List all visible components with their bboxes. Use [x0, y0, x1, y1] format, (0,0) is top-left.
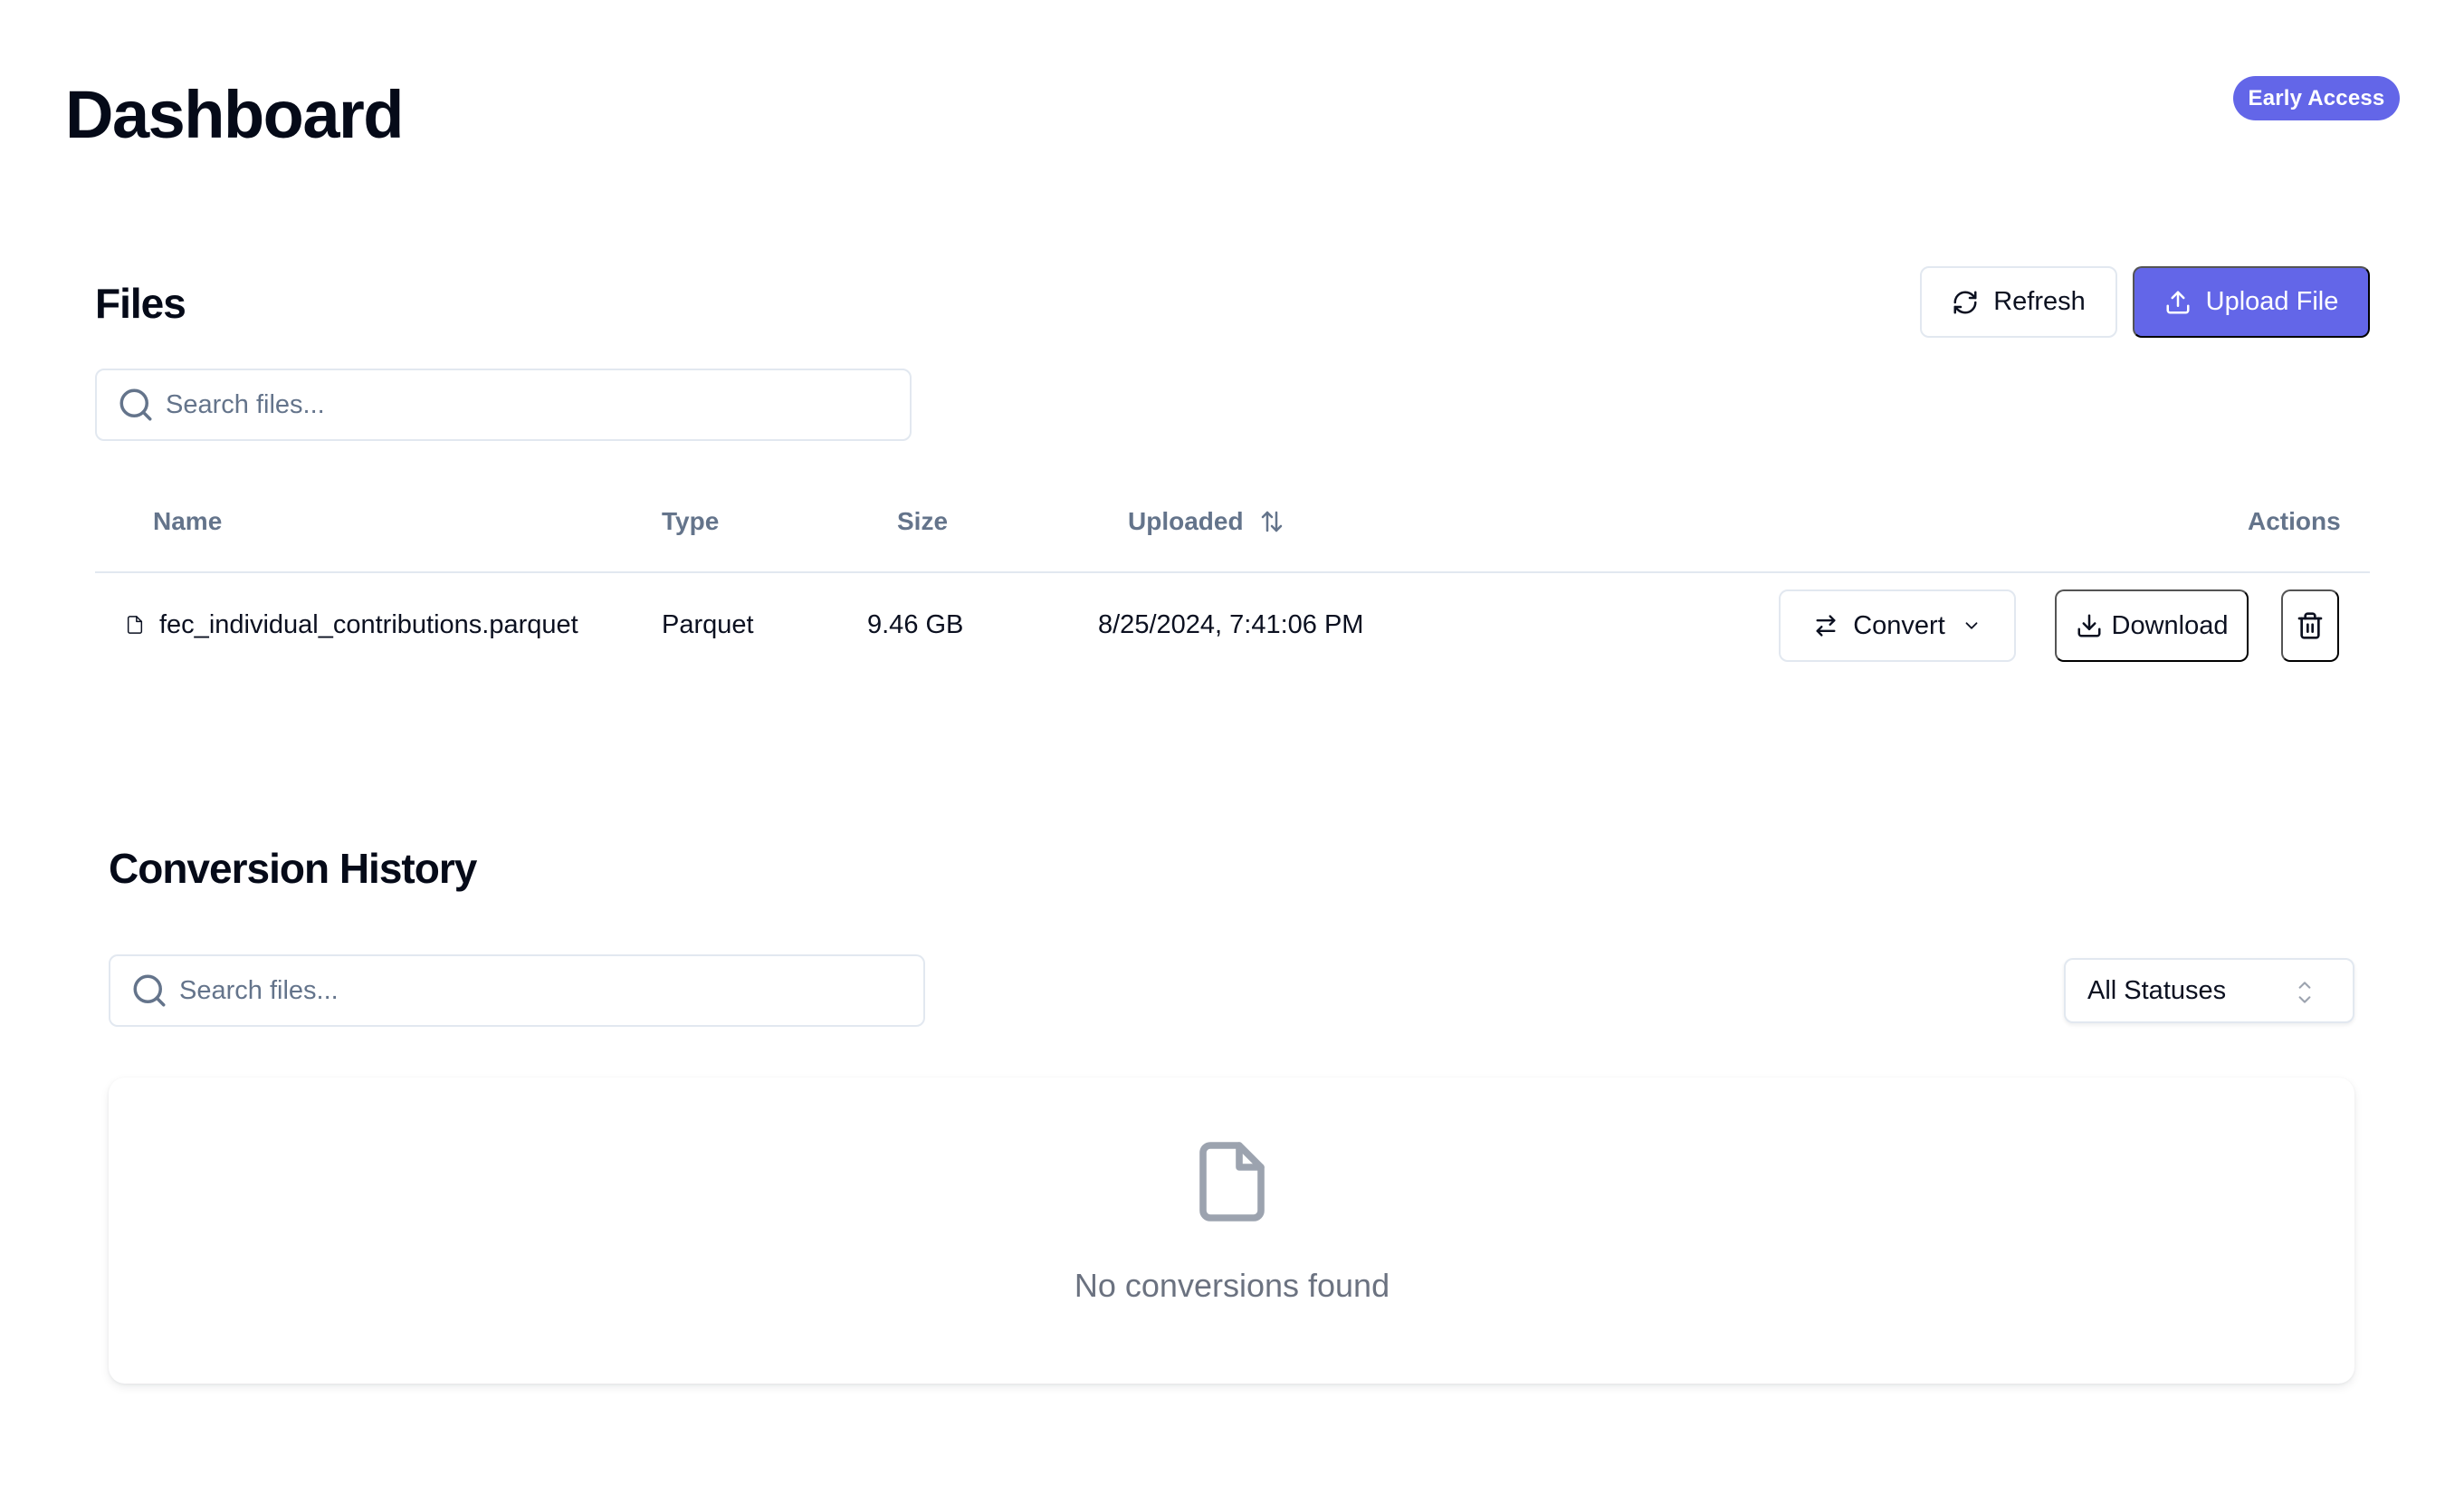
empty-state-message: No conversions found — [1074, 1267, 1390, 1304]
upload-icon — [2166, 291, 2190, 313]
sort-arrows-icon[interactable] — [1258, 508, 1285, 535]
early-access-badge: Early Access — [2233, 76, 2400, 120]
refresh-icon — [1953, 291, 1977, 313]
conversions-empty-state — [109, 1078, 2354, 1384]
page-title: Dashboard — [65, 77, 405, 152]
refresh-button[interactable]: Refresh — [1920, 266, 2117, 338]
file-uploaded-date: 8/25/2024, 7:41:06 PM — [1098, 610, 1364, 639]
upload-file-button[interactable]: Upload File — [2133, 266, 2370, 338]
file-size: 9.46 GB — [867, 610, 964, 639]
file-name: fec_individual_contributions.parquet — [159, 610, 578, 639]
file-icon — [127, 616, 143, 634]
chevrons-up-down-icon — [2298, 982, 2311, 1003]
table-header-divider — [95, 571, 2370, 573]
delete-button[interactable] — [2281, 589, 2339, 662]
file-name-cell: fec_individual_contributions.parquet — [125, 607, 578, 643]
column-header-type[interactable]: Type — [662, 503, 719, 540]
file-icon — [1199, 1142, 1265, 1222]
column-header-uploaded-label: Uploaded — [1128, 507, 1244, 535]
convert-dropdown-button[interactable]: Convert — [1779, 589, 2016, 662]
search-icon — [119, 388, 152, 421]
conversion-history-title: Conversion History — [109, 845, 477, 892]
download-icon — [2077, 614, 2100, 637]
trash-icon — [2297, 612, 2323, 639]
status-filter-value: All Statuses — [2087, 975, 2227, 1005]
column-header-actions: Actions — [2248, 507, 2341, 535]
convert-button-label: Convert — [1853, 610, 1945, 640]
files-search — [95, 369, 912, 441]
refresh-button-label: Refresh — [1993, 287, 2086, 316]
column-header-name[interactable]: Name — [153, 503, 222, 540]
download-button-label: Download — [2111, 610, 2229, 640]
history-search-input[interactable] — [179, 975, 903, 1006]
upload-file-button-label: Upload File — [2205, 287, 2339, 316]
chevron-down-icon — [1965, 622, 1978, 629]
column-header-uploaded[interactable]: Uploaded — [1128, 503, 1285, 540]
status-filter-select[interactable]: All Statuses — [2064, 958, 2354, 1023]
file-type: Parquet — [662, 610, 754, 639]
column-header-size[interactable]: Size — [897, 503, 948, 540]
download-button[interactable]: Download — [2055, 589, 2249, 662]
search-icon — [133, 974, 166, 1007]
files-search-input[interactable] — [166, 389, 890, 420]
files-section-title: Files — [95, 280, 186, 327]
history-search — [109, 954, 925, 1027]
convert-arrows-icon — [1816, 615, 1836, 637]
